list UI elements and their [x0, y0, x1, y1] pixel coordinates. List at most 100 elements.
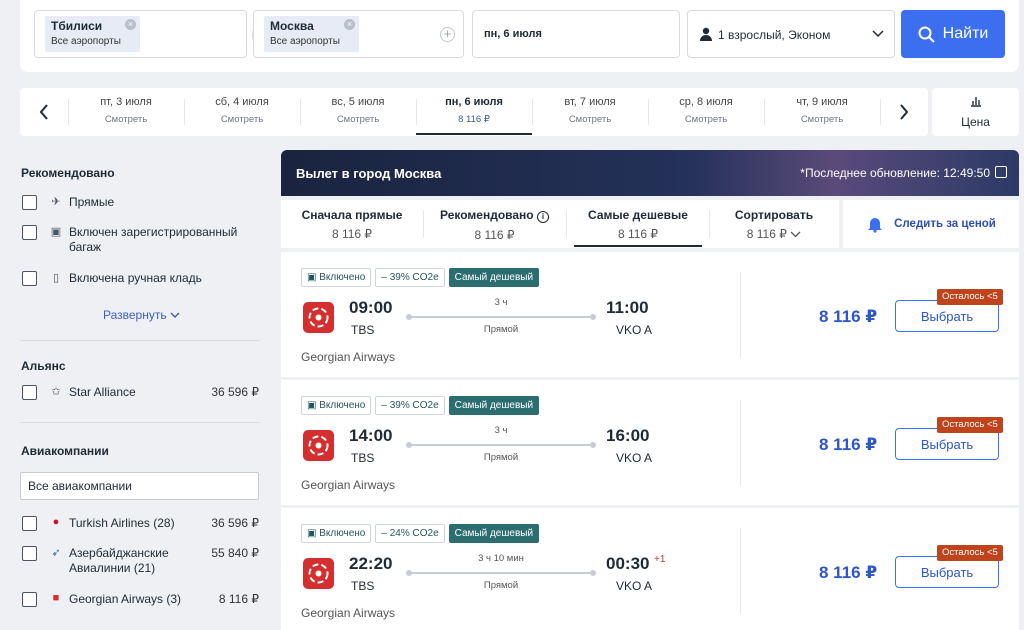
checkbox[interactable]: [22, 546, 37, 561]
georgian-airways-logo-icon: [303, 302, 334, 333]
origin-chip[interactable]: Тбилиси Все аэропорты ×: [45, 16, 140, 52]
filter-star-alliance[interactable]: ✩ Star Alliance: [22, 385, 136, 400]
co2-badge: – 24% CO2e: [375, 524, 445, 543]
flight-duration: 3 ч: [494, 297, 508, 308]
baggage-badge: ▣ Включено: [301, 396, 372, 415]
date-tab-6[interactable]: чт, 9 июля Смотреть: [764, 88, 880, 136]
hand-luggage-icon: ▯: [52, 272, 60, 284]
arrival-airport: VKO A: [616, 323, 653, 337]
destination-field[interactable]: Москва Все аэропорты × +: [253, 10, 464, 58]
filter-turkish-airlines[interactable]: ● Turkish Airlines (28): [22, 516, 175, 531]
georgian-airways-price: 8 116 ₽: [218, 592, 259, 606]
airline-name: Georgian Airways: [301, 350, 396, 364]
azal-price: 55 840 ₽: [211, 546, 259, 560]
filter-georgian-airways[interactable]: ■ Georgian Airways (3): [22, 592, 181, 607]
turkish-airlines-logo-icon: ●: [52, 516, 60, 528]
date-value: пн, 6 июля: [484, 28, 542, 40]
checkbox[interactable]: [22, 195, 37, 210]
airline-name: Georgian Airways: [301, 478, 396, 492]
departure-airport: TBS: [351, 323, 375, 337]
turkish-airlines-price: 36 596 ₽: [211, 516, 259, 530]
origin-field[interactable]: Тбилиси Все аэропорты ×: [34, 10, 247, 58]
date-tab-4[interactable]: вт, 7 июля Смотреть: [532, 88, 648, 136]
last-update: *Последнее обновление: 12:49:50: [800, 166, 990, 180]
chevron-down-icon: [790, 231, 801, 238]
bell-icon: [868, 218, 883, 233]
co2-badge: – 39% CO2e: [375, 396, 445, 415]
date-tab-0[interactable]: пт, 3 июля Смотреть: [68, 88, 184, 136]
search-icon: [918, 26, 935, 43]
airlines-search-input[interactable]: Все авиакомпании: [20, 472, 259, 500]
refresh-icon[interactable]: [995, 166, 1007, 178]
expand-link[interactable]: Развернуть: [103, 308, 180, 322]
prev-dates-button[interactable]: [20, 88, 68, 136]
route-line: [406, 570, 596, 576]
add-destination-icon[interactable]: +: [440, 27, 455, 42]
origin-airports: Все аэропорты: [51, 36, 121, 47]
filter-azal[interactable]: ➶ Азербайджанские Авиалинии (21): [22, 546, 189, 576]
arrival-time: 16:00: [606, 426, 650, 445]
flight-duration: 3 ч: [494, 425, 508, 436]
sort-direct-first[interactable]: Сначала прямые 8 116 ₽: [281, 200, 423, 248]
filter-hand-luggage[interactable]: ▯ Включена ручная кладь: [22, 271, 202, 286]
track-price-button[interactable]: Следить за ценой: [843, 200, 1019, 248]
route-line: [406, 442, 596, 448]
airlines-title: Авиакомпании: [21, 444, 109, 458]
destination-banner: Вылет в город Москва *Последнее обновлен…: [281, 150, 1019, 196]
departure-time: 22:20: [349, 554, 393, 573]
flight-card[interactable]: ▣ Включено – 39% CO2e Самый дешевый 14:0…: [281, 380, 1019, 505]
price-toggle-label: Цена: [961, 115, 990, 129]
recommended-title: Рекомендовано: [21, 166, 115, 180]
destination-chip[interactable]: Москва Все аэропорты ×: [264, 16, 359, 52]
person-icon: [700, 27, 712, 41]
sort-tabs: Сначала прямые 8 116 ₽ Рекомендовано i8 1…: [281, 200, 839, 248]
flight-card[interactable]: ▣ Включено – 24% CO2e Самый дешевый 22:2…: [281, 508, 1019, 630]
date-tab-2[interactable]: вс, 5 июля Смотреть: [300, 88, 416, 136]
chevron-right-icon: [900, 104, 909, 120]
filter-direct[interactable]: ✈ Прямые: [22, 195, 114, 210]
info-icon[interactable]: i: [536, 211, 549, 223]
checkbox[interactable]: [22, 385, 37, 400]
airline-name: Georgian Airways: [301, 606, 396, 620]
arrival-airport: VKO A: [616, 451, 653, 465]
next-dates-button[interactable]: [880, 88, 928, 136]
passengers-field[interactable]: 1 взрослый, Эконом: [687, 10, 895, 58]
chevron-down-icon: [170, 312, 180, 318]
departure-airport: TBS: [351, 579, 375, 593]
departure-time: 09:00: [349, 298, 393, 317]
checkbox[interactable]: [22, 225, 37, 240]
georgian-airways-logo-icon: [303, 558, 334, 589]
date-tab-5[interactable]: ср, 8 июля Смотреть: [648, 88, 764, 136]
cheapest-badge: Самый дешевый: [448, 524, 540, 543]
departure-airport: TBS: [351, 451, 375, 465]
flight-type: Прямой: [483, 324, 519, 335]
alliance-title: Альянс: [21, 359, 66, 373]
arrival-time: 11:00: [606, 298, 649, 317]
clear-destination-icon[interactable]: ×: [344, 19, 355, 30]
filter-checked-baggage[interactable]: ▣ Включен зарегистрированный багаж: [22, 225, 259, 255]
price-chart-toggle[interactable]: Цена: [932, 88, 1019, 136]
date-tab-1[interactable]: сб, 4 июля Смотреть: [184, 88, 300, 136]
flight-price: 8 116 ₽: [819, 307, 878, 326]
next-day-marker: +1: [654, 554, 666, 565]
star-alliance-price: 36 596 ₽: [211, 385, 259, 399]
cheapest-badge: Самый дешевый: [448, 396, 540, 415]
checkbox[interactable]: [22, 516, 37, 531]
checkbox[interactable]: [22, 592, 37, 607]
seats-left-badge: Осталось <5: [937, 545, 1003, 561]
checkbox[interactable]: [22, 271, 37, 286]
sort-dropdown[interactable]: Сортировать 8 116 ₽: [709, 200, 839, 248]
sort-recommended[interactable]: Рекомендовано i8 116 ₽: [423, 200, 566, 248]
date-field[interactable]: пн, 6 июля: [472, 10, 680, 58]
baggage-badge: ▣ Включено: [301, 524, 372, 543]
flight-card[interactable]: ▣ Включено – 39% CO2e Самый дешевый 09:0…: [281, 252, 1019, 377]
sort-cheapest[interactable]: Самые дешевые 8 116 ₽: [574, 200, 702, 248]
find-button[interactable]: Найти: [901, 10, 1005, 58]
date-tab-3[interactable]: пн, 6 июля 8 116 ₽: [416, 88, 532, 136]
arrival-airport: VKO A: [616, 579, 653, 593]
flight-duration: 3 ч 10 мин: [478, 553, 524, 564]
clear-origin-icon[interactable]: ×: [125, 19, 136, 30]
seats-left-badge: Осталось <5: [937, 417, 1003, 433]
route-line: [406, 314, 596, 320]
luggage-icon: ▣: [50, 226, 62, 238]
